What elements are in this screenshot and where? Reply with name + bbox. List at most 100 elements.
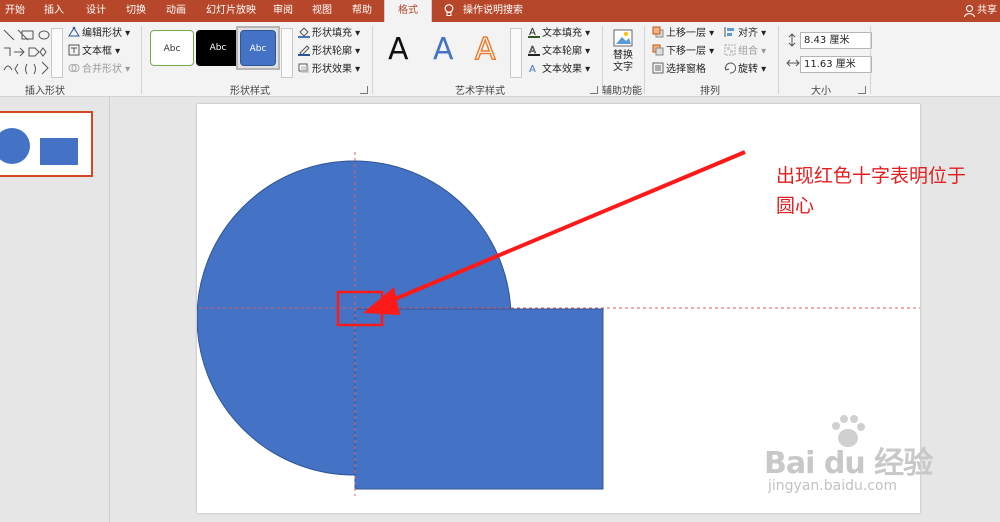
wordart-scroll[interactable]: [510, 28, 522, 78]
shape-height-input[interactable]: 8.43 厘米: [800, 32, 872, 49]
shape-effects-button[interactable]: 形状效果 ▾: [298, 62, 360, 78]
shape-height-icon: [786, 33, 798, 47]
group-objects-button[interactable]: 组合 ▾: [724, 44, 766, 60]
shape-width-icon: [786, 57, 800, 69]
tab-insert[interactable]: 插入: [36, 0, 72, 22]
alt-text-label-line2: 文字: [613, 62, 633, 73]
blue-rectangle-shape[interactable]: [354, 308, 604, 490]
group-label-wordart: 艺术字样式: [455, 86, 505, 97]
shape-style-black[interactable]: Abc: [196, 30, 240, 66]
baidu-watermark: Bai du 经验: [764, 415, 933, 482]
size-launcher-icon[interactable]: [858, 86, 866, 94]
user-icon: [963, 4, 976, 18]
group-divider: [644, 26, 645, 94]
paint-bucket-icon: [298, 26, 310, 38]
send-backward-button[interactable]: 下移一层 ▾: [652, 44, 714, 60]
rotate-button[interactable]: 旋转 ▾: [724, 62, 766, 78]
tab-review[interactable]: 审阅: [268, 0, 298, 22]
annotation-line-2: 圆心: [776, 195, 815, 217]
text-box-label: 文本框: [82, 46, 112, 57]
merge-shapes-icon: [68, 62, 80, 74]
shape-fill-button[interactable]: 形状填充 ▾: [298, 26, 360, 42]
group-label-accessibility: 辅助功能: [602, 86, 642, 97]
group-divider: [372, 26, 373, 94]
text-effects-icon: A: [528, 62, 540, 75]
group-label-size: 大小: [811, 86, 831, 97]
group-divider: [778, 26, 779, 94]
ribbon-tab-bar: 开始 插入 设计 切换 动画 幻灯片放映 审阅 视图 帮助 格式 操作说明搜索 …: [0, 0, 1000, 22]
wordart-black[interactable]: A: [388, 32, 409, 68]
alt-text-label-line1: 替换: [613, 50, 633, 61]
text-fill-icon: A: [528, 26, 540, 38]
svg-text:A: A: [529, 64, 536, 74]
group-label-shape-styles: 形状样式: [230, 86, 270, 97]
ribbon-panel: 编辑形状 ▾ 文本框 ▾ 合并形状 ▾ 插入形状 Abc Abc Abc 形状填…: [0, 22, 1000, 97]
pen-icon: [298, 44, 310, 56]
alt-text-button[interactable]: 替换 文字: [608, 26, 638, 80]
group-label-arrange: 排列: [700, 86, 720, 97]
wordart-orange-outline[interactable]: A: [474, 31, 496, 68]
shape-outline-button[interactable]: 形状轮廓 ▾: [298, 44, 360, 60]
tab-home[interactable]: 开始: [0, 0, 30, 22]
tab-transitions[interactable]: 切换: [118, 0, 154, 22]
shape-style-outline[interactable]: Abc: [150, 30, 194, 66]
align-button[interactable]: 对齐 ▾: [724, 26, 766, 42]
align-icon: [724, 26, 736, 38]
shape-outline-label: 形状轮廓: [312, 46, 352, 57]
text-box-button[interactable]: 文本框 ▾: [68, 44, 120, 60]
tab-animations[interactable]: 动画: [158, 0, 194, 22]
text-outline-label: 文本轮廓: [542, 46, 582, 57]
shape-gallery[interactable]: [2, 28, 50, 76]
merge-shapes-label: 合并形状: [82, 64, 122, 75]
group-label-insert-shapes: 插入形状: [25, 86, 65, 97]
watermark-url: jingyan.baidu.com: [768, 478, 898, 494]
wordart-launcher-icon[interactable]: [590, 86, 598, 94]
rotate-label: 旋转: [738, 64, 758, 75]
group-label: 组合: [738, 46, 758, 57]
tab-help[interactable]: 帮助: [347, 0, 377, 22]
shape-gallery-scroll[interactable]: [51, 28, 63, 78]
bring-forward-label: 上移一层: [666, 28, 706, 39]
selection-pane-button[interactable]: 选择窗格: [652, 62, 706, 78]
text-fill-label: 文本填充: [542, 28, 582, 39]
tell-me-search[interactable]: 操作说明搜索: [458, 0, 528, 22]
align-label: 对齐: [738, 28, 758, 39]
slide-thumbnail-pane: [0, 97, 110, 522]
tab-design[interactable]: 设计: [78, 0, 114, 22]
merge-shapes-button[interactable]: 合并形状 ▾: [68, 62, 130, 78]
text-effects-label: 文本效果: [542, 64, 582, 75]
edit-shape-icon: [68, 26, 80, 38]
group-divider: [870, 26, 871, 94]
annotation-text: 出现红色十字表明位于 圆心: [776, 161, 998, 221]
text-box-icon: [68, 44, 80, 56]
edit-shape-button[interactable]: 编辑形状 ▾: [68, 26, 130, 42]
shape-width-input[interactable]: 11.63 厘米: [800, 56, 872, 73]
share-button[interactable]: 共享: [977, 0, 1000, 22]
watermark-brand: Bai du 经验: [764, 446, 933, 481]
shape-fill-label: 形状填充: [312, 28, 352, 39]
shape-style-blue[interactable]: Abc: [240, 30, 276, 66]
tab-view[interactable]: 视图: [307, 0, 337, 22]
wordart-blue[interactable]: A: [433, 32, 454, 68]
selection-pane-icon: [652, 62, 664, 74]
annotation-line-1: 出现红色十字表明位于: [776, 165, 967, 187]
send-backward-icon: [652, 44, 664, 56]
shape-effects-label: 形状效果: [312, 64, 352, 75]
shape-styles-launcher-icon[interactable]: [360, 86, 368, 94]
bring-forward-button[interactable]: 上移一层 ▾: [652, 26, 714, 42]
slide-thumbnail[interactable]: [0, 111, 93, 177]
text-fill-button[interactable]: A 文本填充 ▾: [528, 26, 590, 42]
shape-styles-scroll[interactable]: [281, 28, 293, 78]
group-divider: [141, 26, 142, 94]
paw-icon: [828, 414, 868, 450]
alt-text-icon: [612, 28, 634, 50]
text-effects-button[interactable]: A 文本效果 ▾: [528, 62, 590, 78]
bring-forward-icon: [652, 26, 664, 38]
send-backward-label: 下移一层: [666, 46, 706, 57]
shape-effects-icon: [298, 62, 310, 74]
lightbulb-icon: [444, 4, 454, 17]
group-icon: [724, 44, 736, 56]
text-outline-button[interactable]: A 文本轮廓 ▾: [528, 44, 590, 60]
tab-slideshow[interactable]: 幻灯片放映: [200, 0, 262, 22]
tab-format[interactable]: 格式: [384, 0, 432, 22]
